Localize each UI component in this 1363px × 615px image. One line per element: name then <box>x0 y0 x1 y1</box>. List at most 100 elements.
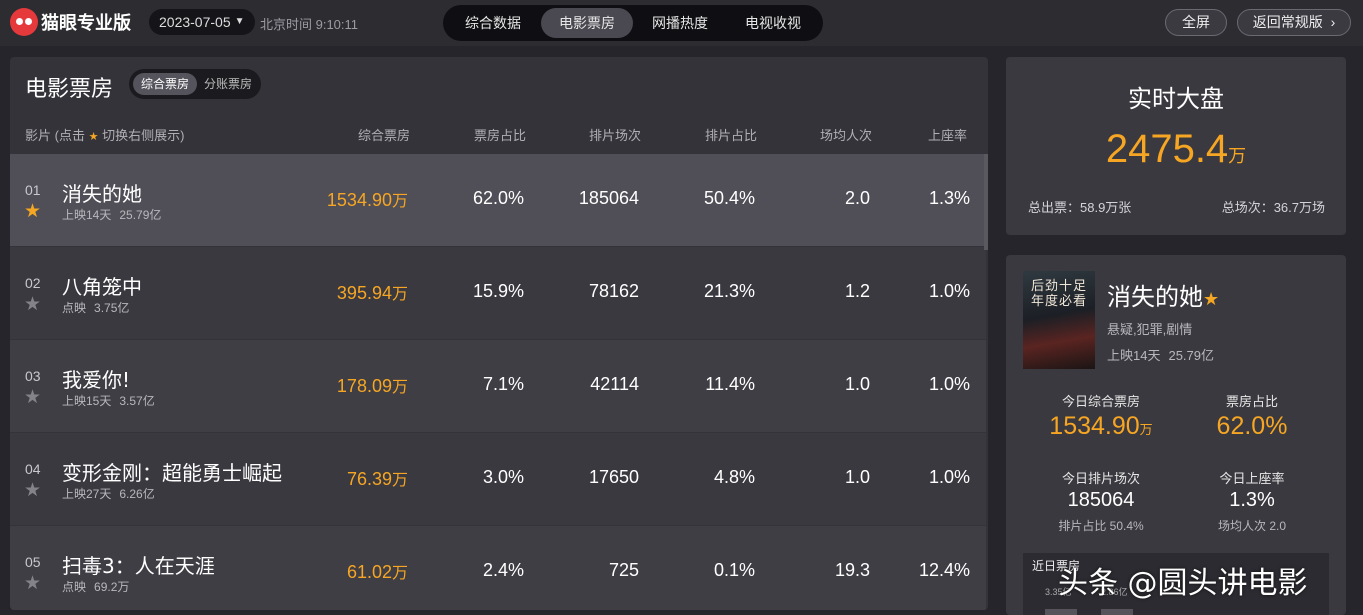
total-tickets: 总出票：58.9万张 <box>1028 200 1132 215</box>
show-share-cell: 4.8% <box>713 467 755 487</box>
occupancy-cell: 1.0% <box>928 467 970 487</box>
tab-streaming-heat[interactable]: 网播热度 <box>634 8 726 38</box>
chevron-right-icon: › <box>1330 14 1336 30</box>
featured-release: 上映14天 25.79亿 <box>1107 348 1215 363</box>
today-shows-value: 185064 <box>1067 489 1135 511</box>
tab-tv-ratings[interactable]: 电视收视 <box>727 8 819 38</box>
app-title: 猫眼专业版 <box>41 13 131 34</box>
star-icon[interactable]: ★ <box>24 202 41 221</box>
tab-movie-box-office[interactable]: 电影票房 <box>541 8 633 38</box>
show-share-sub: 排片占比 50.4% <box>1058 519 1144 533</box>
box-office-panel: 电影票房 综合票房 分账票房 影片 (点击 ★ 切换右侧展示) 综合票房 票房占… <box>10 57 988 610</box>
movie-poster[interactable]: 后劲十足 年度必看 <box>1023 271 1095 369</box>
scrollbar[interactable] <box>984 154 988 250</box>
show-share-cell: 11.4% <box>705 374 755 394</box>
today-box-label: 今日综合票房 <box>1061 394 1140 409</box>
box-cell: 76.39万 <box>346 469 408 489</box>
movie-meta: 上映15天 3.57亿 <box>62 394 155 408</box>
table-row[interactable]: 05 ★ 扫毒3：人在天涯 点映 69.2万 61.02万 2.4% 725 0.1% 19.3 1… <box>10 526 986 610</box>
featured-title: 消失的她★ <box>1107 283 1220 311</box>
star-icon[interactable]: ★ <box>24 574 41 593</box>
panel-title: 电影票房 <box>25 77 114 102</box>
occupancy-cell: 1.0% <box>928 374 970 394</box>
box-share-cell: 7.1% <box>482 374 524 394</box>
box-share-cell: 2.4% <box>482 560 524 580</box>
app-logo[interactable]: 猫眼专业版 <box>10 8 131 36</box>
star-icon[interactable]: ★ <box>24 481 41 500</box>
table-row[interactable]: 04 ★ 变形金刚：超能勇士崛起 上映27天 6.26亿 76.39万 3.0% 17650 4… <box>10 433 986 525</box>
recent-bar-2 <box>1101 609 1133 615</box>
main-tabs: 综合数据 电影票房 网播热度 电视收视 <box>443 5 823 41</box>
occupancy-cell: 1.0% <box>928 281 970 301</box>
total-shows: 总场次：36.7万场 <box>1221 200 1325 215</box>
cat-logo-icon <box>10 8 38 36</box>
subtab-combined-box[interactable]: 综合票房 <box>133 73 197 95</box>
movie-name: 消失的她 <box>62 182 142 206</box>
table-row[interactable]: 01 ★ 消失的她 上映14天 25.79亿 1534.90万 62.0% 185064 50.… <box>10 154 986 246</box>
header-show-share[interactable]: 排片占比 <box>705 125 757 144</box>
featured-genre: 悬疑,犯罪,剧情 <box>1107 322 1193 337</box>
movie-name: 扫毒3：人在天涯 <box>62 554 215 578</box>
box-share-label: 票房占比 <box>1225 394 1278 409</box>
table-row[interactable]: 03 ★ 我爱你! 上映15天 3.57亿 178.09万 7.1% 42114 11.4% 1.… <box>10 340 986 432</box>
header-movie: 影片 (点击 ★ 切换右侧展示) <box>25 128 185 143</box>
realtime-total: 2475.4万 <box>1105 127 1247 171</box>
realtime-title: 实时大盘 <box>1128 85 1224 113</box>
realtime-panel: 实时大盘 2475.4万 总出票：58.9万张 总场次：36.7万场 <box>1006 57 1346 235</box>
occupancy-cell: 12.4% <box>918 560 970 580</box>
fullscreen-button[interactable]: 全屏 <box>1165 9 1227 36</box>
movie-meta: 上映14天 25.79亿 <box>62 208 162 222</box>
table-row[interactable]: 02 ★ 八角笼中 点映 3.75亿 395.94万 15.9% 78162 21.3% 1.2 1… <box>10 247 986 339</box>
today-shows-label: 今日排片场次 <box>1061 471 1140 486</box>
avg-people-sub: 场均人次 2.0 <box>1217 519 1287 533</box>
header-occupancy[interactable]: 上座率 <box>928 125 967 144</box>
avg-people-cell: 2.0 <box>844 188 870 208</box>
show-share-cell: 0.1% <box>713 560 755 580</box>
avg-people-cell: 1.0 <box>844 467 870 487</box>
movie-meta: 点映 3.75亿 <box>62 301 130 315</box>
beijing-time: 北京时间 9:10:11 <box>260 17 359 32</box>
box-share-cell: 62.0% <box>472 188 524 208</box>
box-cell: 395.94万 <box>336 283 408 303</box>
top-bar: 猫眼专业版 2023-07-05 ▼ 北京时间 9:10:11 综合数据 电影票… <box>0 0 1363 46</box>
shows-cell: 78162 <box>588 281 639 301</box>
box-share-value: 62.0% <box>1216 412 1288 440</box>
rank: 02 <box>25 275 41 291</box>
star-icon[interactable]: ★ <box>24 388 41 407</box>
movie-name: 变形金刚：超能勇士崛起 <box>62 461 282 485</box>
header-box[interactable]: 综合票房 <box>358 125 410 144</box>
rank: 03 <box>25 368 41 384</box>
star-icon[interactable]: ★ <box>24 295 41 314</box>
avg-people-cell: 1.0 <box>844 374 870 394</box>
header-shows[interactable]: 排片场次 <box>589 125 641 144</box>
subtab-split-box[interactable]: 分账票房 <box>197 73 259 95</box>
box-share-cell: 3.0% <box>482 467 524 487</box>
avg-people-cell: 19.3 <box>834 560 870 580</box>
chevron-down-icon: ▼ <box>234 16 245 27</box>
back-button-label: 返回常规版 <box>1252 14 1323 30</box>
avg-people-cell: 1.2 <box>844 281 870 301</box>
occupancy-cell: 1.3% <box>928 188 970 208</box>
box-share-cell: 15.9% <box>472 281 524 301</box>
today-occupancy-value: 1.3% <box>1229 489 1275 511</box>
tab-overview[interactable]: 综合数据 <box>446 8 540 38</box>
date-picker[interactable]: 2023-07-05 ▼ <box>149 9 255 35</box>
today-box-value: 1534.90万 <box>1049 412 1153 440</box>
movie-name: 八角笼中 <box>62 275 142 299</box>
today-occupancy-label: 今日上座率 <box>1219 471 1285 486</box>
header-avg-people[interactable]: 场均人次 <box>820 125 872 144</box>
rank: 04 <box>25 461 41 477</box>
box-office-subtabs: 综合票房 分账票房 <box>129 69 261 99</box>
star-icon: ★ <box>88 131 99 143</box>
date-value: 2023-07-05 <box>159 14 231 30</box>
recent-bar-1 <box>1045 609 1077 615</box>
shows-cell: 725 <box>608 560 639 580</box>
box-cell: 1534.90万 <box>326 190 408 210</box>
poster-text: 后劲十足 年度必看 <box>1031 279 1088 309</box>
box-cell: 178.09万 <box>336 376 408 396</box>
header-box-share[interactable]: 票房占比 <box>474 125 526 144</box>
star-icon: ★ <box>1203 289 1220 310</box>
rank: 05 <box>25 554 41 570</box>
movie-name: 我爱你! <box>62 368 131 392</box>
back-to-normal-button[interactable]: 返回常规版 › <box>1237 9 1351 36</box>
